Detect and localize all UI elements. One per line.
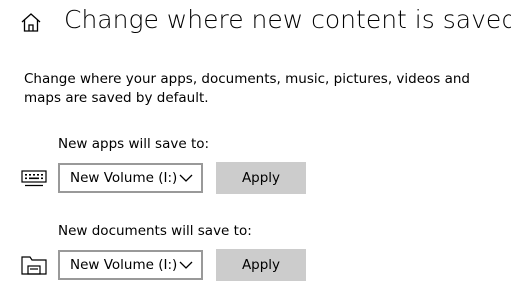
page-description: Change where your apps, documents, music…	[24, 71, 470, 106]
dropdown-value: New Volume (I:)	[70, 170, 178, 186]
chevron-down-icon	[179, 261, 193, 269]
settings-page: Change where new content is saved Change…	[0, 0, 511, 292]
documents-save-location-label: New documents will save to:	[58, 223, 252, 239]
apps-save-location-dropdown[interactable]: New Volume (I:)	[58, 163, 203, 193]
documents-apply-button[interactable]: Apply	[216, 249, 306, 281]
documents-save-location-dropdown[interactable]: New Volume (I:)	[58, 250, 203, 280]
dropdown-value: New Volume (I:)	[70, 257, 178, 273]
apps-apply-button[interactable]: Apply	[216, 162, 306, 194]
chevron-down-icon	[179, 174, 193, 182]
home-icon[interactable]	[20, 12, 42, 34]
apps-save-location-label: New apps will save to:	[58, 136, 210, 152]
keyboard-icon	[21, 170, 47, 187]
page-title: Change where new content is saved	[64, 5, 511, 34]
folder-drive-icon	[21, 256, 47, 275]
